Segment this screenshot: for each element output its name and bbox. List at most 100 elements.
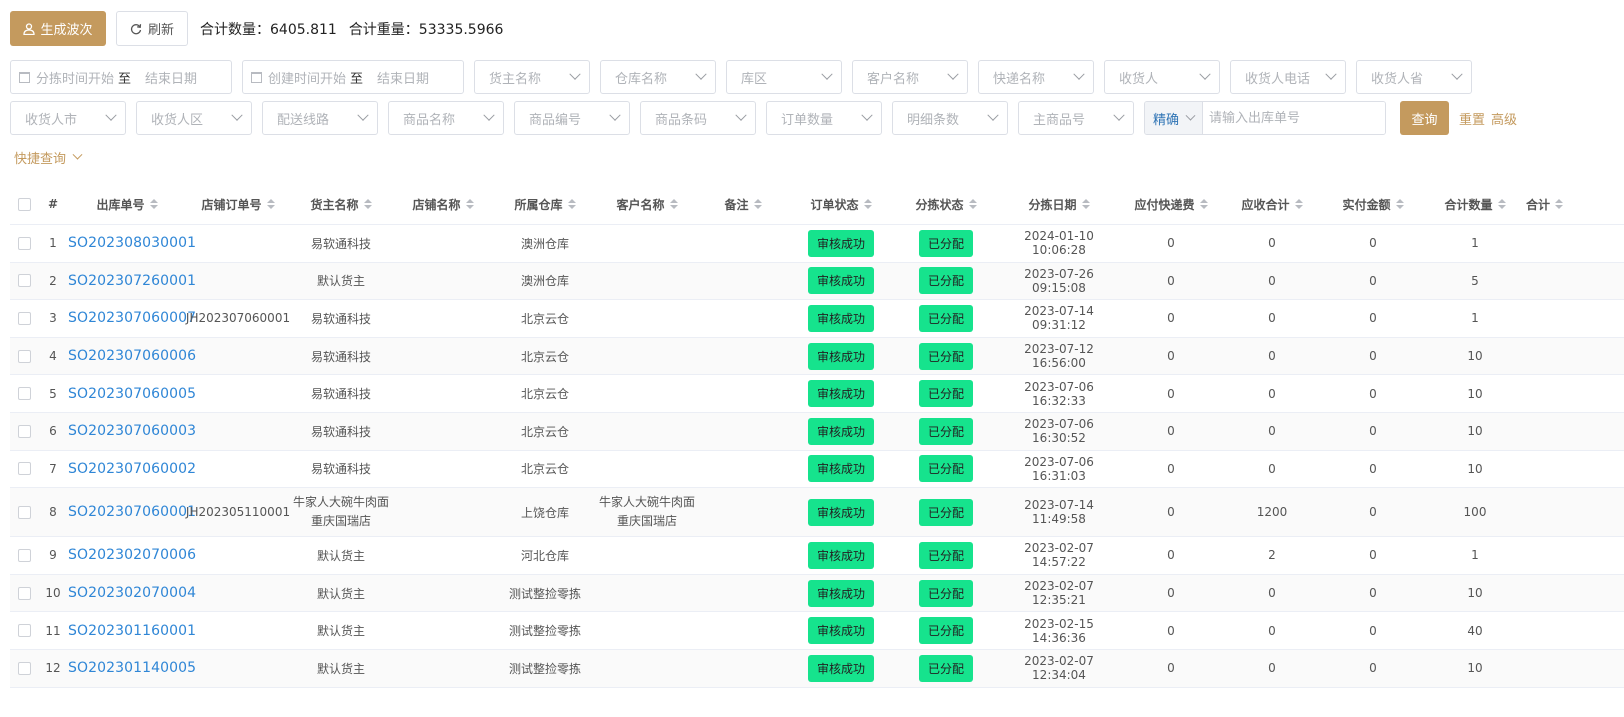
create-time-end[interactable]: 结束日期 (377, 68, 429, 87)
header-sort-date[interactable]: 分拣日期 (998, 196, 1120, 213)
header-freight-payable[interactable]: 应付快递费 (1120, 196, 1222, 213)
sort-caret-icon[interactable] (1294, 199, 1303, 209)
product-name-select[interactable]: 商品名称 (388, 101, 504, 135)
sort-caret-icon[interactable] (753, 199, 762, 209)
row-checkbox[interactable] (17, 236, 31, 250)
header-customer-name[interactable]: 客户名称 (596, 196, 698, 213)
row-checkbox[interactable] (17, 387, 31, 401)
consignee-select[interactable]: 收货人 (1104, 60, 1220, 94)
product-code-select[interactable]: 商品编号 (514, 101, 630, 135)
table-row[interactable]: 8 SO202307060001 JH202305110001 牛家人大碗牛肉面 重庆国… (10, 488, 1624, 538)
consignee-city-select[interactable]: 收货人市 (10, 101, 126, 135)
header-paid-amount[interactable]: 实付金额 (1322, 196, 1424, 213)
generate-wave-button[interactable]: 生成波次 (10, 11, 106, 46)
outbound-order-link[interactable]: SO202307060005 (68, 386, 196, 402)
main-product-no-select[interactable]: 主商品号 (1018, 101, 1134, 135)
outbound-order-link[interactable]: SO202307060001 (68, 504, 196, 520)
table-row[interactable]: 3 SO202307060007 JH202307060001 易软通科技 北京云仓 审核… (10, 300, 1624, 338)
quick-query-toggle[interactable]: 快捷查询 (14, 148, 83, 167)
outbound-order-link[interactable]: SO202307060007 (68, 310, 196, 326)
customer-name-select[interactable]: 客户名称 (852, 60, 968, 94)
sort-caret-icon[interactable] (1555, 199, 1564, 209)
sort-caret-icon[interactable] (1199, 199, 1208, 209)
reset-link[interactable]: 重置 (1459, 101, 1485, 135)
row-checkbox[interactable] (17, 624, 31, 638)
consignee-phone-select[interactable]: 收货人电话 (1230, 60, 1346, 94)
table-row[interactable]: 10 SO202302070004 默认货主 测试整捡零拣 审核成功 已分配 2023-02… (10, 574, 1624, 613)
header-sort-status[interactable]: 分拣状态 (894, 196, 998, 213)
consignee-district-select[interactable]: 收货人区 (136, 101, 252, 135)
row-checkbox[interactable] (17, 586, 31, 600)
table-row[interactable]: 5 SO202307060005 易软通科技 北京云仓 审核成功 已分配 2023-07-0… (10, 375, 1624, 413)
advanced-link[interactable]: 高级 (1491, 101, 1517, 135)
row-checkbox[interactable] (17, 274, 31, 288)
sort-time-range[interactable]: 分拣时间开始 至 结束日期 (10, 60, 232, 94)
header-label: 客户名称 (616, 197, 665, 212)
sort-caret-icon[interactable] (149, 199, 158, 209)
table-row[interactable]: 1 SO202308030001 易软通科技 澳洲仓库 审核成功 已分配 2024-01-1… (10, 225, 1624, 263)
table-row[interactable]: 11 SO202301160001 默认货主 测试整捡零拣 审核成功 已分配 2023-02… (10, 612, 1624, 650)
sort-caret-icon[interactable] (266, 199, 275, 209)
row-checkbox[interactable] (17, 311, 31, 325)
delivery-route-select[interactable]: 配送线路 (262, 101, 378, 135)
sort-time-end[interactable]: 结束日期 (145, 68, 197, 87)
outbound-order-link[interactable]: SO202308030001 (68, 235, 196, 251)
sort-caret-icon[interactable] (567, 199, 576, 209)
owner-name-select[interactable]: 货主名称 (474, 60, 590, 94)
header-outbound-no[interactable]: 出库单号 (68, 196, 186, 213)
sort-caret-icon[interactable] (863, 199, 872, 209)
sort-caret-icon[interactable] (1395, 199, 1404, 209)
row-checkbox[interactable] (17, 661, 31, 675)
query-button[interactable]: 查询 (1400, 101, 1449, 135)
outbound-order-link[interactable]: SO202307260001 (68, 273, 196, 289)
outbound-order-link[interactable]: SO202301140005 (68, 660, 196, 676)
header-remark[interactable]: 备注 (698, 196, 788, 213)
outbound-order-link[interactable]: SO202302070006 (68, 547, 196, 563)
sort-caret-icon[interactable] (363, 199, 372, 209)
zone-select[interactable]: 库区 (726, 60, 842, 94)
create-time-start[interactable]: 创建时间开始 (268, 68, 350, 87)
header-receivable-total[interactable]: 应收合计 (1222, 196, 1322, 213)
row-checkbox[interactable] (17, 548, 31, 562)
sort-caret-icon[interactable] (465, 199, 474, 209)
outbound-order-link[interactable]: SO202307060003 (68, 423, 196, 439)
header-shop-order-no[interactable]: 店铺订单号 (186, 196, 290, 213)
row-checkbox[interactable] (17, 505, 31, 519)
header-shop-name[interactable]: 店铺名称 (392, 196, 494, 213)
consignee-province-select[interactable]: 收货人省 (1356, 60, 1472, 94)
chevron-down-icon (861, 109, 873, 121)
sort-time-start[interactable]: 分拣时间开始 (36, 68, 118, 87)
table-row[interactable]: 6 SO202307060003 易软通科技 北京云仓 审核成功 已分配 2023-07-0… (10, 412, 1624, 451)
courier-name-select[interactable]: 快递名称 (978, 60, 1094, 94)
table-row[interactable]: 7 SO202307060002 易软通科技 北京云仓 审核成功 已分配 2023-07-0… (10, 451, 1624, 489)
row-checkbox[interactable] (17, 349, 31, 363)
header-order-status[interactable]: 订单状态 (788, 196, 894, 213)
sort-caret-icon[interactable] (669, 199, 678, 209)
create-time-range[interactable]: 创建时间开始 至 结束日期 (242, 60, 464, 94)
outbound-order-link[interactable]: SO202302070004 (68, 585, 196, 601)
refresh-button[interactable]: 刷新 (116, 11, 188, 46)
table-row[interactable]: 2 SO202307260001 默认货主 澳洲仓库 审核成功 已分配 2023-07-26… (10, 262, 1624, 301)
outbound-order-link[interactable]: SO202307060006 (68, 348, 196, 364)
warehouse-name-select[interactable]: 仓库名称 (600, 60, 716, 94)
row-checkbox[interactable] (17, 424, 31, 438)
table-row[interactable]: 9 SO202302070006 默认货主 河北仓库 审核成功 已分配 2023-02-07… (10, 537, 1624, 575)
search-mode-select[interactable]: 精确 (1145, 102, 1203, 134)
outbound-order-search-input[interactable] (1203, 102, 1385, 134)
header-total[interactable]: 合计 (1526, 196, 1586, 213)
sort-caret-icon[interactable] (1081, 199, 1090, 209)
row-checkbox[interactable] (17, 462, 31, 476)
product-barcode-select[interactable]: 商品条码 (640, 101, 756, 135)
sort-caret-icon[interactable] (1497, 199, 1506, 209)
select-all-checkbox[interactable] (17, 197, 31, 211)
order-quantity-select[interactable]: 订单数量 (766, 101, 882, 135)
detail-count-select[interactable]: 明细条数 (892, 101, 1008, 135)
outbound-order-link[interactable]: SO202307060002 (68, 461, 196, 477)
header-warehouse[interactable]: 所属仓库 (494, 196, 596, 213)
table-row[interactable]: 4 SO202307060006 易软通科技 北京云仓 审核成功 已分配 2023-07-1… (10, 337, 1624, 376)
header-owner-name[interactable]: 货主名称 (290, 196, 392, 213)
sort-caret-icon[interactable] (968, 199, 977, 209)
header-total-quantity[interactable]: 合计数量 (1424, 196, 1526, 213)
table-row[interactable]: 12 SO202301140005 默认货主 测试整捡零拣 审核成功 已分配 2023-02… (10, 649, 1624, 688)
outbound-order-link[interactable]: SO202301160001 (68, 623, 196, 639)
